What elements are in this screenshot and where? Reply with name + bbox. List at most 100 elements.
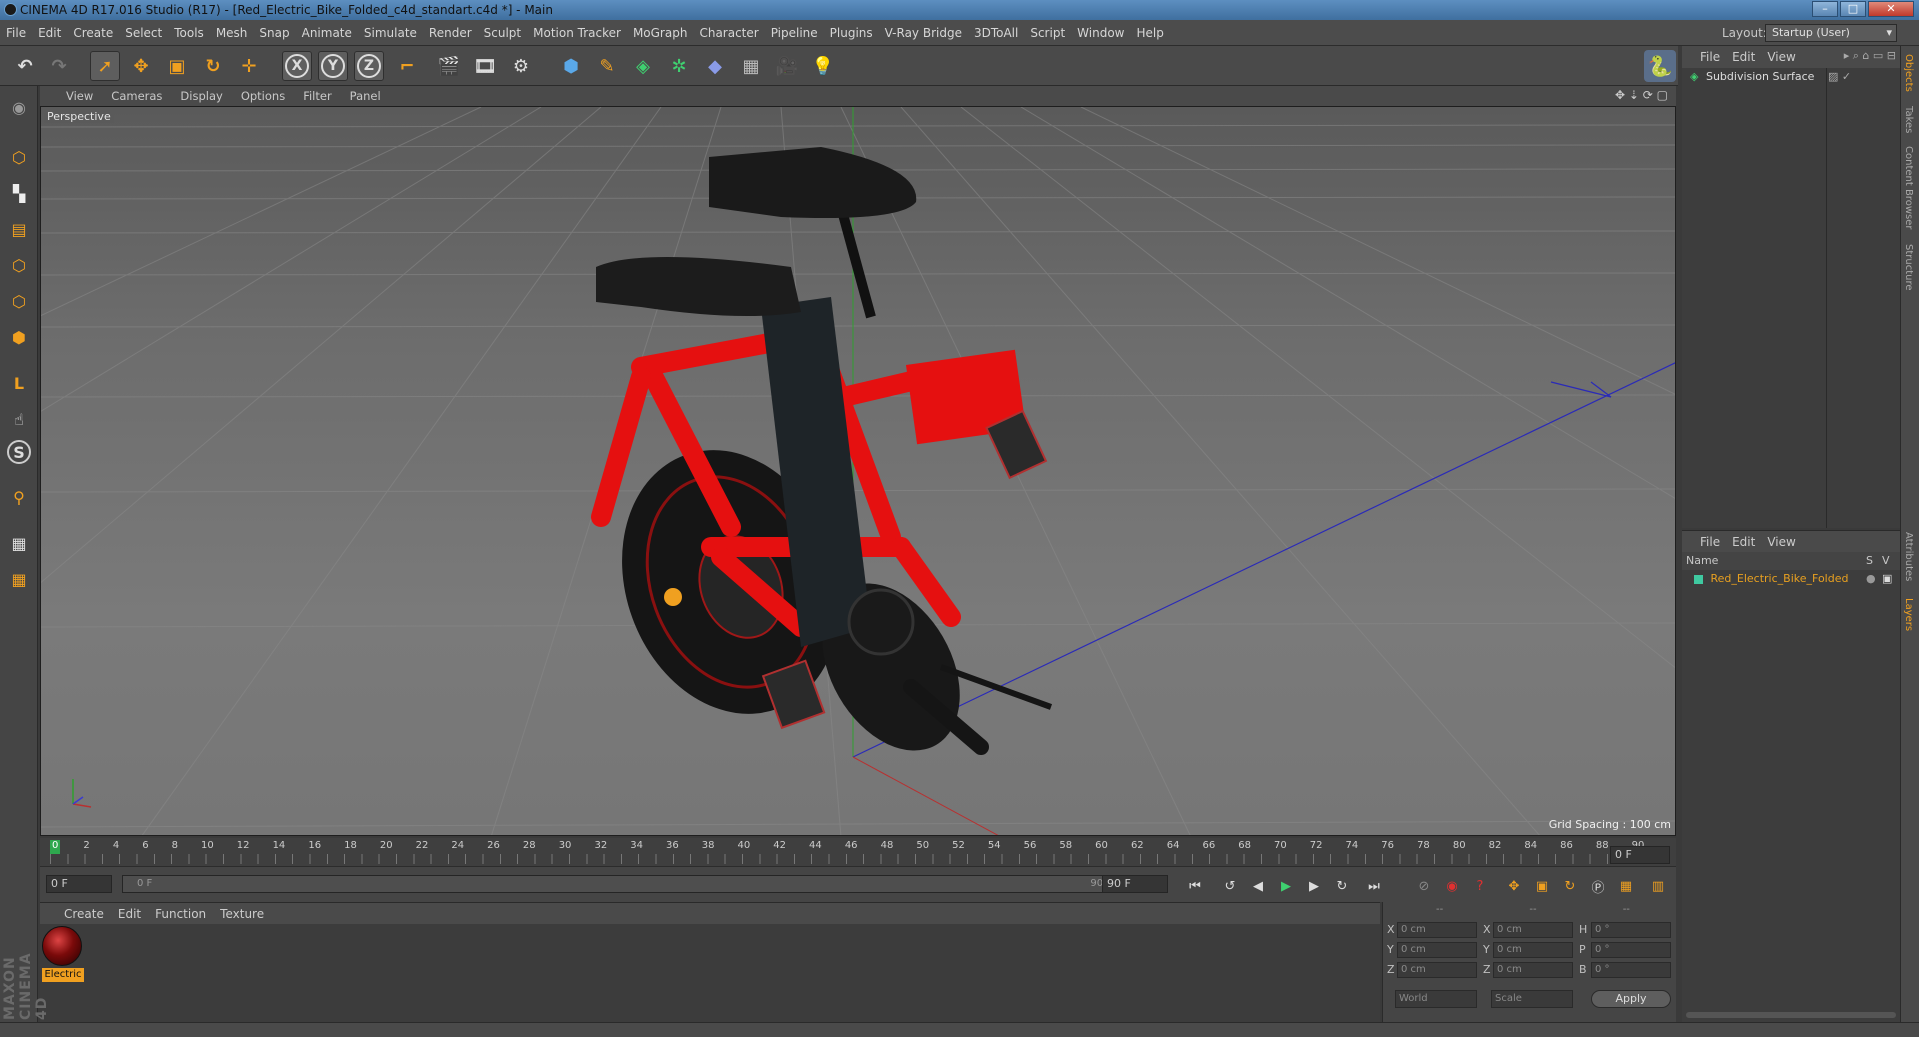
select-tool-icon[interactable]: ➚ [90, 51, 120, 81]
viewport-menu-display[interactable]: Display [171, 86, 231, 106]
close-button[interactable]: ✕ [1868, 1, 1914, 17]
previous-key-icon[interactable]: ↺ [1218, 875, 1242, 897]
viewport-nav-icons[interactable]: ✥ ⇣ ⟳ ▢ [1615, 88, 1668, 102]
position-y-field[interactable]: 0 cm [1397, 942, 1477, 958]
go-to-start-icon[interactable]: ⏮ [1183, 875, 1207, 897]
menu-sculpt[interactable]: Sculpt [478, 20, 527, 46]
y-axis-button[interactable]: Y [318, 51, 348, 81]
object-row[interactable]: ◈ Subdivision Surface ▨ ✓ [1682, 68, 1900, 86]
object-menu-view[interactable]: View [1761, 46, 1801, 68]
start-frame-field[interactable]: 0 F [46, 875, 112, 893]
object-tag-icons[interactable]: ▨ ✓ [1828, 68, 1851, 86]
undo-icon[interactable]: ↶ [10, 51, 40, 81]
make-editable-icon[interactable]: ◉ [4, 92, 34, 122]
floor-icon[interactable]: ▦ [736, 51, 766, 81]
rotation-p-field[interactable]: 0 ° [1591, 942, 1671, 958]
tab-objects[interactable]: Objects [1903, 54, 1914, 92]
menu-tools[interactable]: Tools [168, 20, 210, 46]
texture-mode-icon[interactable]: ▚ [4, 178, 34, 208]
current-frame-field[interactable]: 0 F [1610, 846, 1670, 864]
play-icon[interactable]: ▶ [1274, 875, 1298, 897]
size-y-field[interactable]: 0 cm [1493, 942, 1573, 958]
size-x-field[interactable]: 0 cm [1493, 922, 1573, 938]
material-menu-edit[interactable]: Edit [111, 903, 148, 925]
camera-icon[interactable]: 🎥 [772, 51, 802, 81]
rotation-h-field[interactable]: 0 ° [1591, 922, 1671, 938]
viewport-menu-view[interactable]: View [40, 86, 102, 106]
menu-snap[interactable]: Snap [253, 20, 295, 46]
light-icon[interactable]: 💡 [808, 51, 838, 81]
edges-mode-icon[interactable]: ⬡ [4, 286, 34, 316]
timeline-ruler[interactable]: 0 2 4 6 8 10 12 14 16 18 20 22 24 26 28 30 32 34 36 38 40 42 4… [40, 838, 1676, 866]
bike-model[interactable] [586, 147, 1053, 775]
cloner-icon[interactable]: ✲ [664, 51, 694, 81]
minimize-button[interactable]: – [1812, 1, 1838, 17]
render-picture-viewer-icon[interactable]: 🎞 [470, 51, 500, 81]
menu-script[interactable]: Script [1024, 20, 1071, 46]
menu-motion-tracker[interactable]: Motion Tracker [527, 20, 627, 46]
menu-mograph[interactable]: MoGraph [627, 20, 694, 46]
autokey-icon[interactable]: ? [1468, 875, 1492, 897]
lock-workplane-icon[interactable]: ▦ [4, 528, 34, 558]
viewport-menu-options[interactable]: Options [232, 86, 294, 106]
record-keys-icon[interactable]: ◉ [1440, 875, 1464, 897]
menu-create[interactable]: Create [67, 20, 119, 46]
key-rotate-icon[interactable]: ↻ [1558, 875, 1582, 897]
menu-vray-bridge[interactable]: V-Ray Bridge [879, 20, 968, 46]
layer-solo-icon[interactable]: ● [1866, 570, 1876, 588]
material-menu-texture[interactable]: Texture [213, 903, 271, 925]
menu-animate[interactable]: Animate [296, 20, 358, 46]
key-pla-icon[interactable]: ▦ [1614, 875, 1638, 897]
layer-visibility-icon[interactable]: ▣ [1882, 570, 1892, 588]
menu-plugins[interactable]: Plugins [824, 20, 879, 46]
layer-menu-file[interactable]: File [1682, 531, 1726, 553]
menu-3dtoall[interactable]: 3DToAll [968, 20, 1024, 46]
horizontal-scrollbar[interactable] [1686, 1012, 1896, 1018]
layer-menu-edit[interactable]: Edit [1726, 531, 1761, 553]
menu-simulate[interactable]: Simulate [358, 20, 423, 46]
object-menu-file[interactable]: File [1682, 46, 1726, 68]
go-to-end-icon[interactable]: ⏭ [1362, 875, 1386, 897]
planar-workplane-icon[interactable]: ▦ [4, 564, 34, 594]
position-z-field[interactable]: 0 cm [1397, 962, 1477, 978]
tab-takes[interactable]: Takes [1903, 106, 1914, 133]
frame-range-slider[interactable]: 0 F 90 F [122, 875, 1127, 893]
redo-icon[interactable]: ↷ [44, 51, 74, 81]
magnet-icon[interactable]: ⚲ [4, 482, 34, 512]
coordinate-system-icon[interactable]: ⌐ [392, 51, 422, 81]
key-param-icon[interactable]: Ⓟ [1586, 875, 1610, 897]
tab-attributes[interactable]: Attributes [1903, 532, 1914, 581]
menu-pipeline[interactable]: Pipeline [765, 20, 824, 46]
menu-render[interactable]: Render [423, 20, 478, 46]
deformer-icon[interactable]: ◆ [700, 51, 730, 81]
key-move-icon[interactable]: ✥ [1502, 875, 1526, 897]
x-axis-button[interactable]: X [282, 51, 312, 81]
viewport-menu-filter[interactable]: Filter [294, 86, 340, 106]
viewport-menu-cameras[interactable]: Cameras [102, 86, 171, 106]
tab-layers[interactable]: Layers [1903, 598, 1914, 631]
object-manager-tools-icons[interactable]: ▸ ⌕ ⌂ ▭ ⊟ [1844, 49, 1896, 63]
viewport[interactable]: Perspective Grid Spacing : 100 cm [40, 106, 1676, 836]
subdivision-surface-icon[interactable]: ◈ [628, 51, 658, 81]
menu-mesh[interactable]: Mesh [210, 20, 254, 46]
pen-spline-icon[interactable]: ✎ [592, 51, 622, 81]
menu-file[interactable]: File [0, 20, 32, 46]
position-x-field[interactable]: 0 cm [1397, 922, 1477, 938]
menu-help[interactable]: Help [1130, 20, 1169, 46]
next-frame-icon[interactable]: ▶ [1302, 875, 1326, 897]
previous-frame-icon[interactable]: ◀ [1246, 875, 1270, 897]
cube-primitive-icon[interactable]: ⬢ [556, 51, 586, 81]
points-mode-icon[interactable]: ⬡ [4, 250, 34, 280]
layout-dropdown[interactable]: Startup (User) [1765, 24, 1897, 42]
layer-menu-view[interactable]: View [1761, 531, 1801, 553]
snap-icon[interactable]: S [7, 440, 31, 464]
apply-button[interactable]: Apply [1591, 990, 1671, 1008]
end-frame-field[interactable]: 90 F [1102, 875, 1168, 893]
menu-window[interactable]: Window [1071, 20, 1130, 46]
scale-tool-icon[interactable]: ▣ [162, 51, 192, 81]
viewport-menu-panel[interactable]: Panel [341, 86, 390, 106]
tab-content-browser[interactable]: Content Browser [1903, 146, 1914, 229]
object-menu-edit[interactable]: Edit [1726, 46, 1761, 68]
timeline-window-icon[interactable]: ▥ [1646, 875, 1670, 897]
polygons-mode-icon[interactable]: ⬢ [4, 322, 34, 352]
